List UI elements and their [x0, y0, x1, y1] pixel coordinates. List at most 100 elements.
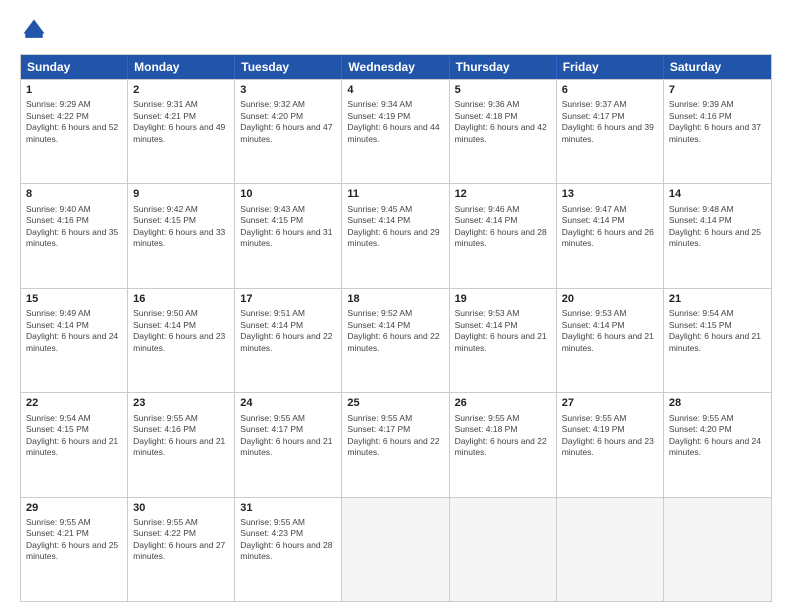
logo — [20, 16, 52, 44]
header-day-saturday: Saturday — [664, 55, 771, 79]
day-number: 5 — [455, 83, 551, 98]
cal-cell: 23 Sunrise: 9:55 AM Sunset: 4:16 PM Dayli… — [128, 393, 235, 496]
cal-cell: 6Sunrise: 9:37 AM Sunset: 4:17 PM Daylig… — [557, 80, 664, 183]
day-number: 11 — [347, 187, 443, 202]
cal-cell: 30Sunrise: 9:55 AM Sunset: 4:22 PM Dayli… — [128, 498, 235, 601]
day-number: 8 — [26, 187, 122, 202]
cal-cell: 11 Sunrise: 9:45 AM Sunset: 4:14 PM Dayli… — [342, 184, 449, 287]
day-number: 19 — [455, 292, 551, 307]
week-row-5: 29Sunrise: 9:55 AM Sunset: 4:21 PM Dayli… — [21, 497, 771, 601]
day-info: Sunrise: 9:29 AM Sunset: 4:22 PM Dayligh… — [26, 99, 122, 145]
day-number: 16 — [133, 292, 229, 307]
cal-cell: 12Sunrise: 9:46 AM Sunset: 4:14 PM Dayli… — [450, 184, 557, 287]
day-info: Sunrise: 9:55 AM Sunset: 4:18 PM Dayligh… — [455, 413, 551, 459]
day-info: Sunrise: 9:42 AM Sunset: 4:15 PM Dayligh… — [133, 204, 229, 250]
cal-cell — [342, 498, 449, 601]
day-info: Sunrise: 9:31 AM Sunset: 4:21 PM Dayligh… — [133, 99, 229, 145]
cal-cell — [450, 498, 557, 601]
calendar-body: 1Sunrise: 9:29 AM Sunset: 4:22 PM Daylig… — [21, 79, 771, 601]
header — [20, 16, 772, 44]
header-day-tuesday: Tuesday — [235, 55, 342, 79]
calendar-header: SundayMondayTuesdayWednesdayThursdayFrid… — [21, 55, 771, 79]
cal-cell: 25 Sunrise: 9:55 AM Sunset: 4:17 PM Dayli… — [342, 393, 449, 496]
cal-cell: 9 Sunrise: 9:42 AM Sunset: 4:15 PM Daylig… — [128, 184, 235, 287]
day-info: Sunrise: 9:53 AM Sunset: 4:14 PM Dayligh… — [562, 308, 658, 354]
header-day-friday: Friday — [557, 55, 664, 79]
day-info: Sunrise: 9:54 AM Sunset: 4:15 PM Dayligh… — [26, 413, 122, 459]
cal-cell: 31Sunrise: 9:55 AM Sunset: 4:23 PM Dayli… — [235, 498, 342, 601]
cal-cell: 21Sunrise: 9:54 AM Sunset: 4:15 PM Dayli… — [664, 289, 771, 392]
day-info: Sunrise: 9:55 AM Sunset: 4:17 PM Dayligh… — [347, 413, 443, 459]
day-info: Sunrise: 9:55 AM Sunset: 4:21 PM Dayligh… — [26, 517, 122, 563]
cal-cell: 1Sunrise: 9:29 AM Sunset: 4:22 PM Daylig… — [21, 80, 128, 183]
day-info: Sunrise: 9:55 AM Sunset: 4:23 PM Dayligh… — [240, 517, 336, 563]
cal-cell: 26 Sunrise: 9:55 AM Sunset: 4:18 PM Dayli… — [450, 393, 557, 496]
day-info: Sunrise: 9:40 AM Sunset: 4:16 PM Dayligh… — [26, 204, 122, 250]
day-info: Sunrise: 9:52 AM Sunset: 4:14 PM Dayligh… — [347, 308, 443, 354]
day-number: 26 — [455, 396, 551, 411]
cal-cell: 10 Sunrise: 9:43 AM Sunset: 4:15 PM Dayli… — [235, 184, 342, 287]
day-number: 17 — [240, 292, 336, 307]
day-info: Sunrise: 9:50 AM Sunset: 4:14 PM Dayligh… — [133, 308, 229, 354]
cal-cell: 24 Sunrise: 9:55 AM Sunset: 4:17 PM Dayli… — [235, 393, 342, 496]
day-info: Sunrise: 9:55 AM Sunset: 4:19 PM Dayligh… — [562, 413, 658, 459]
page: SundayMondayTuesdayWednesdayThursdayFrid… — [0, 0, 792, 612]
header-day-thursday: Thursday — [450, 55, 557, 79]
day-number: 3 — [240, 83, 336, 98]
cal-cell: 5Sunrise: 9:36 AM Sunset: 4:18 PM Daylig… — [450, 80, 557, 183]
day-number: 14 — [669, 187, 766, 202]
day-number: 15 — [26, 292, 122, 307]
cal-cell: 15Sunrise: 9:49 AM Sunset: 4:14 PM Dayli… — [21, 289, 128, 392]
cal-cell: 2Sunrise: 9:31 AM Sunset: 4:21 PM Daylig… — [128, 80, 235, 183]
week-row-3: 15Sunrise: 9:49 AM Sunset: 4:14 PM Dayli… — [21, 288, 771, 392]
header-day-sunday: Sunday — [21, 55, 128, 79]
cal-cell — [557, 498, 664, 601]
day-info: Sunrise: 9:43 AM Sunset: 4:15 PM Dayligh… — [240, 204, 336, 250]
day-number: 28 — [669, 396, 766, 411]
day-number: 4 — [347, 83, 443, 98]
cal-cell: 7Sunrise: 9:39 AM Sunset: 4:16 PM Daylig… — [664, 80, 771, 183]
day-number: 20 — [562, 292, 658, 307]
day-number: 9 — [133, 187, 229, 202]
day-info: Sunrise: 9:39 AM Sunset: 4:16 PM Dayligh… — [669, 99, 766, 145]
day-number: 24 — [240, 396, 336, 411]
cal-cell: 22 Sunrise: 9:54 AM Sunset: 4:15 PM Dayli… — [21, 393, 128, 496]
day-number: 6 — [562, 83, 658, 98]
day-info: Sunrise: 9:49 AM Sunset: 4:14 PM Dayligh… — [26, 308, 122, 354]
day-info: Sunrise: 9:34 AM Sunset: 4:19 PM Dayligh… — [347, 99, 443, 145]
day-number: 21 — [669, 292, 766, 307]
day-number: 31 — [240, 501, 336, 516]
day-number: 22 — [26, 396, 122, 411]
day-number: 29 — [26, 501, 122, 516]
day-info: Sunrise: 9:32 AM Sunset: 4:20 PM Dayligh… — [240, 99, 336, 145]
cal-cell: 8 Sunrise: 9:40 AM Sunset: 4:16 PM Daylig… — [21, 184, 128, 287]
day-number: 27 — [562, 396, 658, 411]
day-info: Sunrise: 9:47 AM Sunset: 4:14 PM Dayligh… — [562, 204, 658, 250]
cal-cell: 28 Sunrise: 9:55 AM Sunset: 4:20 PM Dayli… — [664, 393, 771, 496]
day-info: Sunrise: 9:55 AM Sunset: 4:16 PM Dayligh… — [133, 413, 229, 459]
day-info: Sunrise: 9:36 AM Sunset: 4:18 PM Dayligh… — [455, 99, 551, 145]
day-number: 10 — [240, 187, 336, 202]
week-row-2: 8 Sunrise: 9:40 AM Sunset: 4:16 PM Daylig… — [21, 183, 771, 287]
day-number: 25 — [347, 396, 443, 411]
cal-cell: 29Sunrise: 9:55 AM Sunset: 4:21 PM Dayli… — [21, 498, 128, 601]
cal-cell: 16Sunrise: 9:50 AM Sunset: 4:14 PM Dayli… — [128, 289, 235, 392]
header-day-monday: Monday — [128, 55, 235, 79]
day-number: 23 — [133, 396, 229, 411]
header-day-wednesday: Wednesday — [342, 55, 449, 79]
cal-cell: 14Sunrise: 9:48 AM Sunset: 4:14 PM Dayli… — [664, 184, 771, 287]
day-info: Sunrise: 9:55 AM Sunset: 4:17 PM Dayligh… — [240, 413, 336, 459]
cal-cell: 19Sunrise: 9:53 AM Sunset: 4:14 PM Dayli… — [450, 289, 557, 392]
day-info: Sunrise: 9:46 AM Sunset: 4:14 PM Dayligh… — [455, 204, 551, 250]
cal-cell: 4Sunrise: 9:34 AM Sunset: 4:19 PM Daylig… — [342, 80, 449, 183]
day-info: Sunrise: 9:55 AM Sunset: 4:20 PM Dayligh… — [669, 413, 766, 459]
day-info: Sunrise: 9:54 AM Sunset: 4:15 PM Dayligh… — [669, 308, 766, 354]
day-number: 18 — [347, 292, 443, 307]
day-number: 30 — [133, 501, 229, 516]
cal-cell: 17Sunrise: 9:51 AM Sunset: 4:14 PM Dayli… — [235, 289, 342, 392]
day-number: 13 — [562, 187, 658, 202]
week-row-4: 22 Sunrise: 9:54 AM Sunset: 4:15 PM Dayli… — [21, 392, 771, 496]
day-info: Sunrise: 9:53 AM Sunset: 4:14 PM Dayligh… — [455, 308, 551, 354]
day-info: Sunrise: 9:45 AM Sunset: 4:14 PM Dayligh… — [347, 204, 443, 250]
calendar: SundayMondayTuesdayWednesdayThursdayFrid… — [20, 54, 772, 602]
